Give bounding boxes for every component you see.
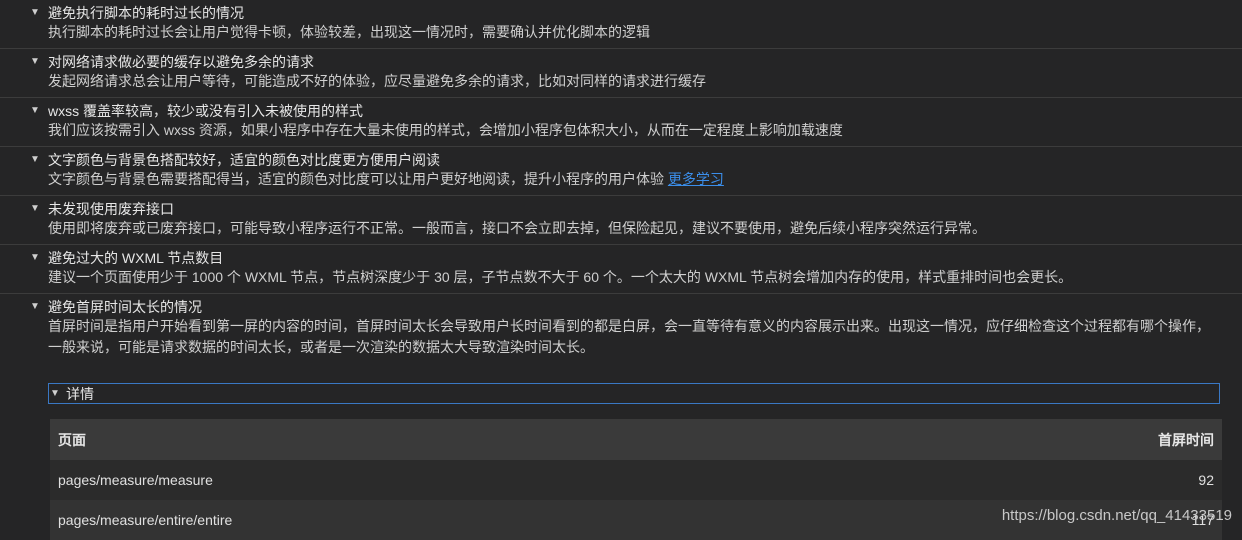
- cell-time: 92: [1198, 472, 1214, 488]
- audit-title: 未发现使用废弃接口: [48, 200, 174, 217]
- audit-item-first-screen: ▼ 避免首屏时间太长的情况 首屏时间是指用户开始看到第一屏的内容的时间，首屏时间…: [0, 294, 1242, 363]
- audit-description-text: 文字颜色与背景色需要搭配得当，适宜的颜色对比度可以让用户更好地阅读，提升小程序的…: [48, 171, 664, 187]
- audit-toggle[interactable]: ▼ wxss 覆盖率较高，较少或没有引入未被使用的样式: [30, 101, 1242, 120]
- details-label: 详情: [66, 385, 94, 402]
- triangle-down-icon[interactable]: ▼: [30, 301, 42, 312]
- column-header-page: 页面: [58, 431, 86, 448]
- audit-item-color-contrast: ▼ 文字颜色与背景色搭配较好，适宜的颜色对比度更方便用户阅读 文字颜色与背景色需…: [0, 147, 1242, 196]
- audit-item-wxml-nodes: ▼ 避免过大的 WXML 节点数目 建议一个页面使用少于 1000 个 WXML…: [0, 245, 1242, 294]
- audit-description: 建议一个页面使用少于 1000 个 WXML 节点，节点树深度少于 30 层，子…: [48, 269, 1073, 285]
- audit-item-network-cache: ▼ 对网络请求做必要的缓存以避免多余的请求 发起网络请求总会让用户等待，可能造成…: [0, 49, 1242, 98]
- cell-page: pages/measure/measure: [58, 472, 213, 488]
- table-row: pages/measure/measure 92: [50, 460, 1222, 500]
- audit-title: 对网络请求做必要的缓存以避免多余的请求: [48, 53, 314, 70]
- cell-page: pages/measure/entire/entire: [58, 512, 233, 528]
- audit-description: 发起网络请求总会让用户等待，可能造成不好的体验，应尽量避免多余的请求，比如对同样…: [48, 73, 706, 89]
- audit-toggle[interactable]: ▼ 避免执行脚本的耗时过长的情况: [30, 3, 1242, 22]
- table-header: 页面 首屏时间: [50, 419, 1222, 460]
- watermark: https://blog.csdn.net/qq_41433519: [1001, 507, 1232, 524]
- audit-description: 我们应该按需引入 wxss 资源，如果小程序中存在大量未使用的样式，会增加小程序…: [48, 122, 843, 138]
- audit-toggle[interactable]: ▼ 避免过大的 WXML 节点数目: [30, 248, 1242, 267]
- audit-item-script-duration: ▼ 避免执行脚本的耗时过长的情况 执行脚本的耗时过长会让用户觉得卡顿，体验较差，…: [0, 0, 1242, 49]
- audit-title: 文字颜色与背景色搭配较好，适宜的颜色对比度更方便用户阅读: [48, 151, 440, 168]
- column-header-first-screen-time: 首屏时间: [1158, 431, 1214, 448]
- learn-more-link[interactable]: 更多学习: [668, 171, 724, 187]
- audit-toggle[interactable]: ▼ 文字颜色与背景色搭配较好，适宜的颜色对比度更方便用户阅读: [30, 150, 1242, 169]
- triangle-down-icon[interactable]: ▼: [30, 203, 42, 214]
- triangle-down-icon[interactable]: ▼: [30, 56, 42, 67]
- audit-toggle[interactable]: ▼ 对网络请求做必要的缓存以避免多余的请求: [30, 52, 1242, 71]
- audit-title: 避免过大的 WXML 节点数目: [48, 249, 224, 266]
- triangle-down-icon[interactable]: ▼: [30, 7, 42, 18]
- audit-title: 避免首屏时间太长的情况: [48, 298, 202, 315]
- triangle-down-icon[interactable]: ▼: [30, 154, 42, 165]
- audit-description: 执行脚本的耗时过长会让用户觉得卡顿，体验较差，出现这一情况时，需要确认并优化脚本…: [48, 24, 650, 40]
- audit-toggle[interactable]: ▼ 未发现使用废弃接口: [30, 199, 1242, 218]
- audit-item-wxss-coverage: ▼ wxss 覆盖率较高，较少或没有引入未被使用的样式 我们应该按需引入 wxs…: [0, 98, 1242, 147]
- audit-item-deprecated-api: ▼ 未发现使用废弃接口 使用即将废弃或已废弃接口，可能导致小程序运行不正常。一般…: [0, 196, 1242, 245]
- audit-title: 避免执行脚本的耗时过长的情况: [48, 4, 244, 21]
- audit-description: 文字颜色与背景色需要搭配得当，适宜的颜色对比度可以让用户更好地阅读，提升小程序的…: [48, 169, 1222, 190]
- triangle-down-icon[interactable]: ▼: [30, 252, 42, 263]
- details-summary[interactable]: ▼ 详情: [48, 383, 1220, 404]
- audit-description: 使用即将废弃或已废弃接口，可能导致小程序运行不正常。一般而言，接口不会立即去掉，…: [48, 220, 986, 236]
- audit-title: wxss 覆盖率较高，较少或没有引入未被使用的样式: [48, 102, 363, 119]
- audit-description: 首屏时间是指用户开始看到第一屏的内容的时间，首屏时间太长会导致用户长时间看到的都…: [48, 318, 1210, 355]
- triangle-down-icon[interactable]: ▼: [30, 105, 42, 116]
- triangle-down-icon[interactable]: ▼: [50, 388, 62, 399]
- audit-list: ▼ 避免执行脚本的耗时过长的情况 执行脚本的耗时过长会让用户觉得卡顿，体验较差，…: [0, 0, 1242, 363]
- audit-toggle[interactable]: ▼ 避免首屏时间太长的情况: [30, 297, 1242, 316]
